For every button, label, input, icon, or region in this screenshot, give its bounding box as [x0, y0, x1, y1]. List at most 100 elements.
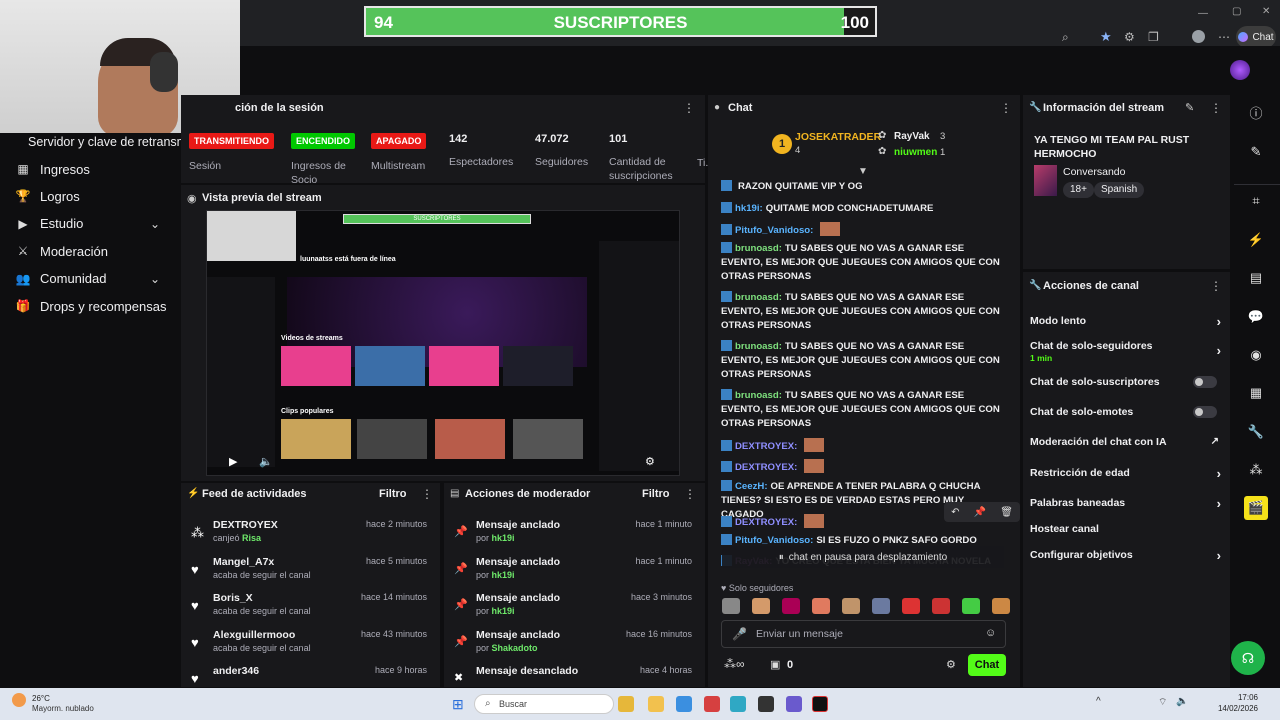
edit-icon[interactable]: ✎	[1185, 101, 1194, 114]
reply-icon[interactable]: ↶	[951, 507, 959, 518]
chat-send-button[interactable]: Chat	[968, 654, 1006, 676]
taskbar-app-discord-icon[interactable]	[786, 696, 802, 712]
chat-username[interactable]: brunoasd:	[735, 243, 782, 254]
nav-item-comunidad[interactable]: 👥 Comunidad ⌄	[16, 268, 176, 290]
points-icon[interactable]: ⁂∞	[724, 657, 745, 671]
activity-item[interactable]: ⁂ DEXTROYEX canjeó Risa hace 2 minutos	[181, 519, 431, 555]
profile-avatar[interactable]	[1192, 30, 1205, 43]
chat-message[interactable]: brunoasd: TU SABES QUE NO VAS A GANAR ESE…	[721, 291, 1006, 333]
stream-tag[interactable]: Spanish	[1094, 182, 1145, 198]
emote-icon[interactable]	[902, 598, 920, 614]
chat-username[interactable]: DEXTROYEX:	[735, 462, 797, 473]
toggle-switch[interactable]	[1193, 376, 1217, 388]
tray-volume-icon[interactable]: 🔈	[1176, 696, 1188, 707]
category-name[interactable]: Conversando	[1063, 166, 1125, 178]
emote-icon[interactable]	[722, 598, 740, 614]
taskbar-app-media-icon[interactable]	[704, 696, 720, 712]
user-avatar[interactable]	[1230, 60, 1250, 80]
tools-icon[interactable]: 🔧	[1244, 420, 1268, 444]
channel-action-6[interactable]: Palabras baneadas ›	[1030, 496, 1225, 513]
channel-action-7[interactable]: Hostear canal	[1030, 523, 1225, 539]
emote-icon[interactable]	[962, 598, 980, 614]
leader-name[interactable]: JOSEKATRADER	[795, 131, 881, 143]
chat-input[interactable]: 🎤 Enviar un mensaje ☺	[721, 620, 1006, 648]
preview-settings-icon[interactable]: ⚙	[645, 455, 655, 468]
nav-item-ingresos[interactable]: ▦ Ingresos	[16, 158, 176, 180]
emote-icon[interactable]	[812, 598, 830, 614]
preview-volume-icon[interactable]: 🔈	[259, 455, 273, 468]
zoom-icon[interactable]: ⌕	[1062, 30, 1069, 45]
taskbar-app-edge-icon[interactable]	[730, 696, 746, 712]
chat-username[interactable]: Pitufo_Vanidoso:	[735, 225, 813, 236]
emote-icon[interactable]	[842, 598, 860, 614]
activity-item[interactable]: ♥ Alexguillermooo acaba de seguir el canal…	[181, 629, 431, 665]
document-icon[interactable]: ▤	[1244, 266, 1268, 290]
chat-settings-icon[interactable]: ⚙	[946, 658, 956, 671]
taskbar-search[interactable]: ⌕ Buscar	[474, 694, 614, 714]
emote-icon[interactable]	[782, 598, 800, 614]
copilot-chat-button[interactable]: Chat	[1236, 26, 1276, 48]
collections-icon[interactable]: ❐	[1148, 30, 1159, 44]
chat-username[interactable]: brunoasd:	[735, 341, 782, 352]
taskbar-app-browser-icon[interactable]	[676, 696, 692, 712]
modaction-item[interactable]: 📌 Mensaje anclado por Shakadoto hace 16 min…	[444, 629, 696, 665]
activity-item[interactable]: ♥ Boris_X acaba de seguir el canal hace 14 …	[181, 592, 431, 628]
store-icon[interactable]: ▣	[770, 658, 780, 671]
nav-item-moderación[interactable]: ⚔ Moderación	[16, 240, 176, 262]
channel-action-5[interactable]: Restricción de edad ›	[1030, 466, 1225, 483]
nav-item-logros[interactable]: 🏆 Logros	[16, 185, 176, 207]
chat-message[interactable]: brunoasd: TU SABES QUE NO VAS A GANAR ESE…	[721, 389, 1006, 431]
info-icon[interactable]: ⓘ	[1244, 100, 1268, 124]
emote-icon[interactable]	[872, 598, 890, 614]
channelactions-menu-icon[interactable]: ⋮	[1210, 279, 1222, 293]
extensions-icon[interactable]: ⚙	[1124, 30, 1135, 44]
emote-icon[interactable]	[992, 598, 1010, 614]
chat-menu-icon[interactable]: ⋮	[1000, 101, 1012, 115]
chat-message[interactable]: DEXTROYEX:	[721, 459, 1006, 475]
broadcast-icon[interactable]: ◉	[1244, 343, 1268, 367]
bookmark-star-icon[interactable]: ★	[1100, 29, 1112, 45]
activity-item[interactable]: ♥ Mangel_A7x acaba de seguir el canal hace …	[181, 556, 431, 592]
modactions-filter[interactable]: Filtro	[642, 488, 670, 500]
streaminfo-menu-icon[interactable]: ⋮	[1210, 101, 1222, 115]
channel-action-0[interactable]: Modo lento ›	[1030, 314, 1225, 331]
maximize-icon[interactable]: ▢	[1232, 6, 1241, 17]
leader-name[interactable]: niuwmen	[894, 147, 937, 158]
channel-action-8[interactable]: Configurar objetivos ›	[1030, 548, 1225, 565]
leader-name[interactable]: RayVak	[894, 131, 930, 142]
chat-username[interactable]: DEXTROYEX:	[735, 517, 797, 528]
taskbar-app-obs-icon[interactable]	[758, 696, 774, 712]
emote-picker-icon[interactable]: ☺	[985, 627, 996, 639]
chat-message[interactable]: brunoasd: TU SABES QUE NO VAS A GANAR ESE…	[721, 340, 1006, 382]
chat-paused-banner[interactable]: ⏸ chat en pausa para desplazamiento	[722, 546, 1004, 568]
tray-chevron-icon[interactable]: ^	[1096, 696, 1101, 707]
chat-icon[interactable]: 💬	[1244, 305, 1268, 329]
preview-play-icon[interactable]: ▶	[229, 455, 237, 468]
camera-focus-icon[interactable]: ⌗	[1244, 189, 1268, 213]
stream-key-label[interactable]: Servidor y clave de retransm	[28, 135, 187, 149]
session-menu-icon[interactable]: ⋮	[683, 101, 695, 115]
chat-message[interactable]: DEXTROYEX:	[721, 438, 1006, 454]
toggle-switch[interactable]	[1193, 406, 1217, 418]
modaction-item[interactable]: 📌 Mensaje anclado por hk19i hace 3 minutos	[444, 592, 696, 628]
close-icon[interactable]: ✕	[1262, 6, 1270, 17]
delete-icon[interactable]: 🗑	[1000, 507, 1013, 518]
channel-action-2[interactable]: Chat de solo-suscriptores	[1030, 376, 1225, 392]
chat-username[interactable]: brunoasd:	[735, 292, 782, 303]
chat-username[interactable]: CeezH:	[735, 481, 768, 492]
chat-message[interactable]: RAZON QUITAME VIP Y OG	[721, 180, 1006, 194]
leaderboard-toggle-icon[interactable]: ▼	[858, 166, 868, 177]
tray-wifi-icon[interactable]: ⌔	[1158, 696, 1167, 709]
chat-username[interactable]: hk19i:	[735, 203, 763, 214]
pencil-icon[interactable]: ✎	[1244, 140, 1268, 164]
layout-icon[interactable]: ▦	[1244, 381, 1268, 405]
activity-menu-icon[interactable]: ⋮	[421, 487, 433, 501]
channel-action-4[interactable]: Moderación del chat con IA ↗	[1030, 436, 1225, 452]
clapper-icon[interactable]: 🎬	[1244, 496, 1268, 520]
stream-tag[interactable]: 18+	[1063, 182, 1094, 198]
minimize-icon[interactable]: —	[1198, 8, 1208, 19]
taskbar-app-capcut-icon[interactable]	[812, 696, 828, 712]
nav-item-drops-y-recompensas[interactable]: 🎁 Drops y recompensas	[16, 295, 176, 317]
modaction-item[interactable]: 📌 Mensaje anclado por hk19i hace 1 minuto	[444, 556, 696, 592]
taskbar-app-files-icon[interactable]	[618, 696, 634, 712]
